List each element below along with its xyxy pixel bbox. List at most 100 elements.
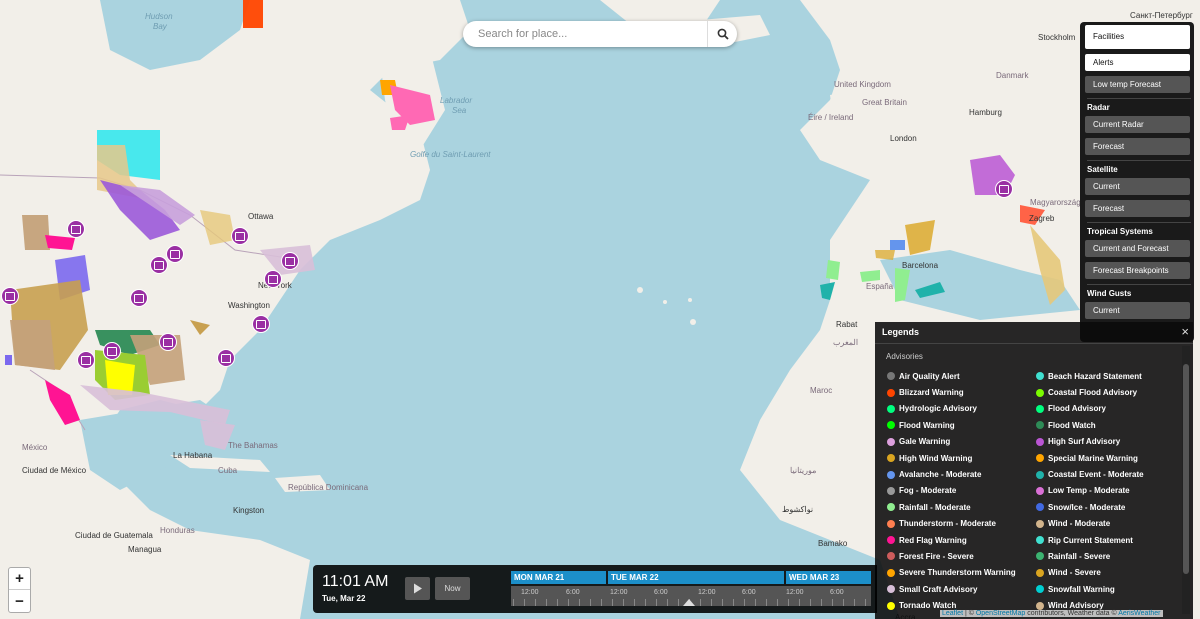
now-button[interactable]: Now [435,577,470,600]
legend-swatch [1036,568,1044,577]
layer-tropical-current-forecast-button[interactable]: Current and Forecast [1085,240,1190,257]
facility-marker[interactable] [231,227,249,245]
timeline-day[interactable]: MON MAR 21 [511,571,606,584]
legend-swatch [887,601,895,610]
legends-section-advisories: Advisories [886,352,923,361]
legend-swatch [1036,519,1044,528]
map-label: Cuba [218,466,238,475]
legend-swatch [1036,437,1044,446]
legends-close-icon[interactable]: × [1181,324,1189,339]
layer-facilities-button[interactable]: Facilities [1085,25,1190,49]
layer-forecast-breakpoints-button[interactable]: Forecast Breakpoints [1085,262,1190,279]
timeline-tick [513,599,514,606]
zoom-out-button[interactable]: − [9,590,30,612]
legend-swatch [887,536,895,545]
legend-column-right: Beach Hazard Statement Coastal Flood Advi… [1036,368,1144,614]
legend-swatch [887,470,895,479]
timeline-tick [645,599,646,606]
facility-marker[interactable] [67,220,85,238]
facility-marker[interactable] [995,180,1013,198]
legend-item: Flood Warning [887,417,1016,433]
map-label: Ciudad de Guatemala [75,531,153,540]
aeris-link[interactable]: AerisWeather [1118,610,1160,617]
timeline-tick [722,599,723,606]
timeline-tick [601,599,602,606]
legends-panel: Legends × Advisories Air Quality Alert Bl… [875,322,1193,619]
legend-label: Gale Warning [899,437,951,447]
layer-satellite-current-button[interactable]: Current [1085,178,1190,195]
legend-item: Air Quality Alert [887,368,1016,384]
legend-item: Blizzard Warning [887,384,1016,400]
legends-scrollbar[interactable] [1182,346,1190,614]
map-attribution: Leaflet | © OpenStreetMap contributors, … [940,610,1163,617]
layer-panel: Facilities Alerts Low temp Forecast Rada… [1080,22,1194,342]
timeline-track[interactable]: 12:00 6:00 12:00 6:00 12:00 6:00 12:00 6… [511,586,871,606]
layer-radar-forecast-button[interactable]: Forecast [1085,138,1190,155]
timeline-tick [546,599,547,606]
legend-swatch [1036,470,1044,479]
timeline-tick [810,599,811,606]
facility-marker[interactable] [130,289,148,307]
timeline-tick [777,599,778,606]
ireland-land [830,90,865,130]
map-label: España [866,282,894,291]
map-label: La Habana [173,451,213,460]
timeline-tick [623,599,624,606]
legend-label: Hydrologic Advisory [899,404,977,414]
legend-item: Red Flag Warning [887,532,1016,548]
legend-item: Rainfall - Severe [1036,548,1144,564]
facility-marker[interactable] [77,351,95,369]
legends-scrollbar-thumb[interactable] [1183,364,1189,574]
attribution-separator: | © [963,610,976,617]
layer-wind-current-button[interactable]: Current [1085,302,1190,319]
timeline-tick [755,599,756,606]
facility-marker[interactable] [166,245,184,263]
legend-item: Rip Current Statement [1036,532,1144,548]
map-label: نواكشوط [782,505,814,514]
timeline-tick [865,599,866,606]
timeline-day[interactable]: WED MAR 23 [786,571,871,584]
leaflet-link[interactable]: Leaflet [942,610,963,617]
legend-item: Snow/Ice - Moderate [1036,499,1144,515]
timeline-tick [799,599,800,606]
legend-item: Wind - Severe [1036,565,1144,581]
legend-label: Flood Watch [1048,420,1096,430]
play-button[interactable] [405,577,430,600]
timeline-cursor-handle[interactable] [683,599,695,606]
facility-marker[interactable] [252,315,270,333]
facility-marker[interactable] [217,349,235,367]
facility-marker[interactable] [281,252,299,270]
legend-label: Rainfall - Severe [1048,551,1111,561]
layer-alerts-button[interactable]: Alerts [1085,54,1190,71]
layer-satellite-forecast-button[interactable]: Forecast [1085,200,1190,217]
timeline-tick [667,599,668,606]
timeline-tick [821,599,822,606]
radar-heading: Radar [1087,98,1191,112]
legend-item: Rainfall - Moderate [887,499,1016,515]
timeline-hour: 12:00 [521,589,539,596]
current-date: Tue, Mar 22 [322,594,366,603]
facility-marker[interactable] [264,270,282,288]
map-label: Honduras [160,526,195,535]
layer-low-temp-forecast-button[interactable]: Low temp Forecast [1085,76,1190,93]
legend-label: Small Craft Advisory [899,584,978,594]
timeline-tick [744,599,745,606]
legend-label: Wind - Moderate [1048,519,1111,529]
legend-label: Blizzard Warning [899,388,964,398]
legend-label: High Wind Warning [899,453,973,463]
facility-marker[interactable] [150,256,168,274]
timeline-day[interactable]: TUE MAR 22 [608,571,784,584]
facility-marker[interactable] [159,333,177,351]
legend-swatch [887,404,895,413]
timeline-tick [590,599,591,606]
zoom-in-button[interactable]: + [9,568,30,590]
legend-label: Tornado Watch [899,601,957,611]
facility-marker[interactable] [103,342,121,360]
search-button[interactable] [707,21,737,47]
legend-label: Rip Current Statement [1048,535,1133,545]
osm-link[interactable]: OpenStreetMap [976,610,1025,617]
search-input[interactable] [463,21,707,47]
layer-current-radar-button[interactable]: Current Radar [1085,116,1190,133]
map-label: Hudson [145,12,173,21]
facility-marker[interactable] [1,287,19,305]
